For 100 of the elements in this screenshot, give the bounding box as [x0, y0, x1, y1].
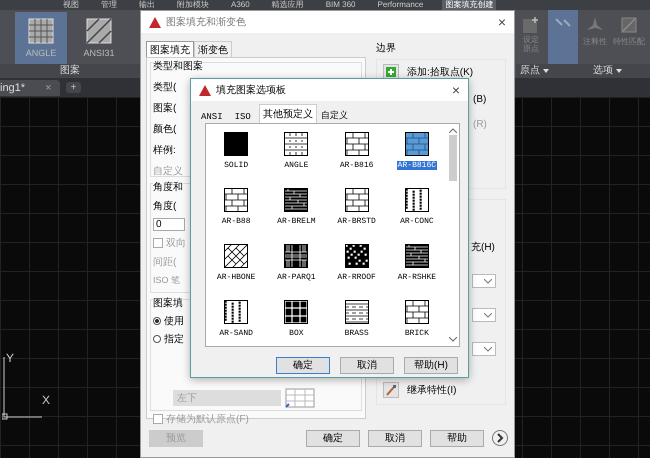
- dialog-button[interactable]: 取消: [340, 357, 394, 374]
- tab[interactable]: 渐变色: [194, 41, 232, 57]
- hatch-pattern-swatch[interactable]: [224, 132, 248, 156]
- pattern-name[interactable]: AR-CONC: [399, 217, 435, 226]
- group-title: 类型和图案: [153, 59, 203, 73]
- pattern-name[interactable]: SOLID: [223, 161, 250, 170]
- hatch-pattern-swatch[interactable]: [404, 132, 429, 156]
- dropdown[interactable]: [472, 274, 496, 288]
- radio-button[interactable]: 指定: [153, 332, 184, 346]
- menu-tab[interactable]: 管理: [98, 0, 120, 10]
- panel-label[interactable]: 原点: [520, 64, 549, 78]
- panel-label[interactable]: 选项: [593, 64, 622, 78]
- hatch-pattern-swatch[interactable]: [284, 188, 308, 212]
- menu-tab[interactable]: 图案填充创建: [442, 0, 496, 10]
- more-options-button[interactable]: [492, 430, 508, 446]
- dropdown[interactable]: [472, 342, 496, 356]
- hatch-swatch-icon: [86, 18, 112, 44]
- pattern-name[interactable]: AR-BRELM: [276, 217, 317, 226]
- hatch-pattern-swatch[interactable]: [284, 244, 308, 268]
- pattern-name[interactable]: AR-SAND: [218, 329, 254, 338]
- group-title: 图案填: [153, 296, 183, 310]
- tab[interactable]: 自定义: [316, 109, 356, 123]
- group-title: 角度和: [153, 180, 183, 194]
- caret-icon: [616, 69, 622, 73]
- tab[interactable]: 图案填充: [146, 41, 194, 57]
- hatch-pattern-swatch[interactable]: [344, 188, 369, 212]
- field-label: 图案(: [153, 102, 176, 115]
- field-label: ISO 笔: [153, 274, 180, 287]
- tab[interactable]: ISO: [230, 112, 259, 123]
- field-label: 自定义: [153, 164, 183, 178]
- inherit-button[interactable]: [383, 382, 399, 398]
- hatch-pattern-swatch[interactable]: [284, 132, 308, 156]
- select-objects-label[interactable]: (B): [473, 94, 505, 105]
- chevron-up-icon: [449, 128, 457, 133]
- menu-tab[interactable]: 视图: [60, 0, 82, 10]
- angle-field[interactable]: 0: [153, 218, 185, 231]
- origin-preview-icon: [285, 388, 315, 408]
- pattern-name[interactable]: AR-BRSTD: [336, 217, 377, 226]
- group-title: 边界: [376, 42, 397, 55]
- hatch-swatch-icon: [28, 18, 54, 44]
- dialog-button[interactable]: 取消: [368, 430, 422, 446]
- pattern-name[interactable]: AR-B88: [220, 217, 252, 226]
- window-title: 填充图案选项板: [216, 84, 287, 97]
- window-title: 图案填充和渐变色: [166, 16, 247, 29]
- pattern-button[interactable]: ANSI31: [73, 12, 125, 64]
- chevron-down-icon: [484, 312, 492, 318]
- pattern-name[interactable]: BOX: [288, 329, 305, 338]
- caret-icon: [543, 69, 549, 73]
- hatch-pattern-swatch[interactable]: [404, 300, 429, 324]
- dialog-button[interactable]: 帮助: [430, 430, 484, 446]
- dialog-button[interactable]: 确定: [306, 430, 360, 446]
- pattern-name[interactable]: AR-B816C: [396, 161, 438, 170]
- inherit-label[interactable]: 继承特性(I): [407, 383, 456, 397]
- pick-points-label[interactable]: 添加:拾取点(K): [407, 65, 474, 79]
- hatch-pattern-swatch[interactable]: [344, 132, 369, 156]
- axis-label: Y: [6, 351, 14, 365]
- chevron-down-icon: [484, 346, 492, 352]
- hatch-pattern-swatch[interactable]: [224, 188, 248, 212]
- pattern-name[interactable]: AR-RROOF: [336, 273, 377, 282]
- new-tab-button[interactable]: +: [66, 82, 82, 93]
- pattern-name[interactable]: AR-B816: [338, 161, 374, 170]
- pattern-name[interactable]: AR-RSHKE: [396, 273, 438, 282]
- hatch-pattern-swatch[interactable]: [344, 244, 369, 268]
- scrollbar-thumb[interactable]: [449, 135, 457, 181]
- hatch-pattern-swatch[interactable]: [224, 244, 248, 268]
- close-button[interactable]: ×: [452, 82, 460, 98]
- hatch-pattern-swatch[interactable]: [344, 300, 369, 324]
- app-logo-icon: [149, 16, 161, 28]
- menu-tab[interactable]: 附加模块: [174, 0, 212, 10]
- dropdown[interactable]: [472, 308, 496, 322]
- brush-icon: [385, 384, 397, 396]
- match-icon: [620, 16, 638, 34]
- hatch-pattern-swatch[interactable]: [224, 300, 248, 324]
- pattern-name[interactable]: AR-HBONE: [216, 273, 256, 282]
- dialog-button[interactable]: 帮助(H): [404, 357, 458, 374]
- menu-tab[interactable]: Performance: [374, 0, 426, 10]
- field-label: 间距(: [153, 256, 176, 269]
- chevron-down-icon: [484, 278, 492, 284]
- pattern-name[interactable]: AR-PARQ1: [276, 273, 317, 282]
- menu-tab[interactable]: 输出: [136, 0, 158, 10]
- chevron-right-icon: [495, 433, 505, 443]
- menu-tab[interactable]: 精选应用: [268, 0, 307, 10]
- panel-label: 图案: [0, 64, 140, 78]
- radio-button[interactable]: 使用: [153, 314, 184, 328]
- hatch-pattern-swatch[interactable]: [284, 300, 308, 324]
- close-button[interactable]: ×: [498, 14, 506, 30]
- menu-tab[interactable]: A360: [228, 0, 253, 10]
- document-tab[interactable]: ing1* ×: [0, 80, 60, 96]
- dialog-button[interactable]: 确定: [276, 357, 330, 374]
- tab[interactable]: 其他预定义: [258, 104, 317, 123]
- tab[interactable]: ANSI: [197, 112, 231, 123]
- chevron-down-icon: [449, 337, 457, 342]
- separate-hatch-label[interactable]: 充(H): [471, 240, 505, 254]
- field-label: 颜色(: [153, 122, 176, 136]
- pattern-name[interactable]: ANGLE: [283, 161, 310, 170]
- menu-tab[interactable]: BIM 360: [322, 0, 358, 10]
- hatch-pattern-swatch[interactable]: [404, 244, 429, 268]
- pattern-name[interactable]: BRICK: [404, 329, 430, 338]
- pattern-name[interactable]: BRASS: [344, 329, 370, 338]
- hatch-pattern-swatch[interactable]: [404, 188, 429, 212]
